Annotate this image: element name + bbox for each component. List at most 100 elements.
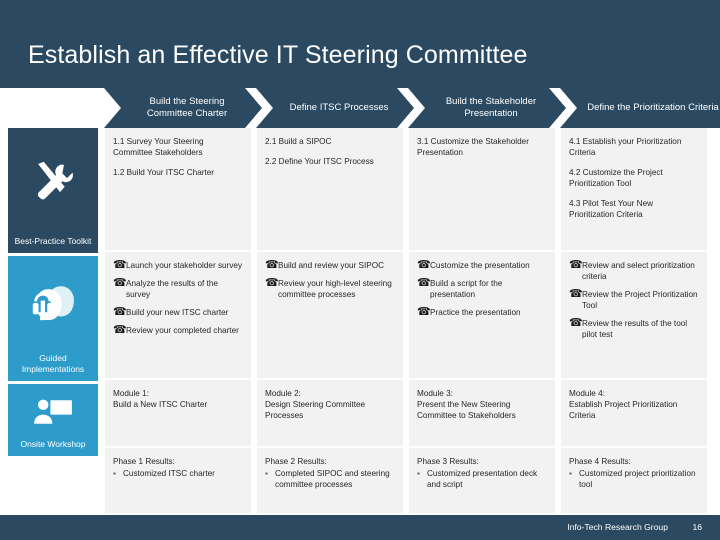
bullet-icon: ▪ [265,469,268,478]
call-item: ☎ Build a script for the presentation [417,278,547,300]
footer-bar: Info-Tech Research Group 16 [0,515,720,540]
phase-results-item-label: Customized ITSC charter [123,469,215,478]
phase-chevron-band: Build the Steering Committee Charter Def… [0,88,720,128]
step-item: 2.2 Define Your ITSC Process [265,157,374,166]
calls-cell-2: ☎ Build and review your SIPOC ☎ Review y… [257,252,403,378]
phase-results-item-label: Completed SIPOC and steering committee p… [275,469,390,489]
phone-icon: ☎ [417,306,431,318]
phase-results-title: Phase 1 Results: [113,457,175,466]
phase-results-cell-3: Phase 3 Results: ▪ Customized presentati… [409,448,555,514]
call-item-label: Review your high-level steering committe… [278,279,392,299]
chevron-phase-2-label: Define ITSC Processes [289,102,389,113]
phase-results-item: ▪ Customized ITSC charter [113,468,243,479]
title-bar: Establish an Effective IT Steering Commi… [0,0,720,88]
rail-item-onsite-workshop[interactable]: Onsite Workshop [8,384,98,456]
rail-item-onsite-workshop-label: Onsite Workshop [20,439,86,449]
phase-results-title: Phase 4 Results: [569,457,631,466]
steps-cell-4: 4.1 Establish your Prioritization Criter… [561,128,707,250]
chevron-phase-3[interactable]: Build the Stakeholder Presentation [408,88,566,128]
phase-results-item: ▪ Customized presentation deck and scrip… [417,468,547,490]
call-item-label: Review and select prioritization criteri… [582,261,695,281]
module-label: Module 2: Design Steering Committee Proc… [265,389,366,420]
call-item-label: Review the results of the tool pilot tes… [582,319,688,339]
phone-icon: ☎ [265,277,279,289]
footer-organization: Info-Tech Research Group [567,522,668,532]
call-item-label: Review the Project Prioritization Tool [582,290,698,310]
chevron-spacer [0,88,118,128]
steps-cell-2: 2.1 Build a SIPOC 2.2 Define Your ITSC P… [257,128,403,250]
call-item-label: Analyze the results of the survey [126,279,218,299]
call-item-label: Review your completed charter [126,326,239,335]
step-item: 3.1 Customize the Stakeholder Presentati… [417,137,529,157]
module-cell-2: Module 2: Design Steering Committee Proc… [257,380,403,446]
call-item: ☎ Practice the presentation [417,307,547,318]
phase-results-title: Phase 2 Results: [265,457,327,466]
call-item: ☎ Review your high-level steering commit… [265,278,395,300]
phase-results-item-label: Customized presentation deck and script [427,469,538,489]
phase-results-title: Phase 3 Results: [417,457,479,466]
tools-icon [8,128,98,236]
calls-cell-4: ☎ Review and select prioritization crite… [561,252,707,378]
module-cell-3: Module 3: Present the New Steering Commi… [409,380,555,446]
call-item-label: Build a script for the presentation [430,279,503,299]
rail-item-best-practice-toolkit[interactable]: Best-Practice Toolkit [8,128,98,253]
call-item: ☎ Build your new ITSC charter [113,307,243,318]
steps-cell-3: 3.1 Customize the Stakeholder Presentati… [409,128,555,250]
phase-results-item: ▪ Customized project prioritization tool [569,468,699,490]
phase-results-cell-4: Phase 4 Results: ▪ Customized project pr… [561,448,707,514]
rail-item-guided-implementations[interactable]: Guided Implementations [8,256,98,381]
chevron-phase-4[interactable]: Define the Prioritization Criteria [560,88,720,128]
presenter-icon [8,384,98,439]
phone-icon: ☎ [113,277,127,289]
rail-item-best-practice-toolkit-label: Best-Practice Toolkit [14,236,92,246]
call-item: ☎ Customize the presentation [417,260,547,271]
calls-cell-1: ☎ Launch your stakeholder survey ☎ Analy… [105,252,251,378]
call-item-label: Build and review your SIPOC [278,261,385,270]
call-item-label: Customize the presentation [430,261,530,270]
headset-people-icon [8,256,98,353]
calls-cell-3: ☎ Customize the presentation ☎ Build a s… [409,252,555,378]
steps-cell-1: 1.1 Survey Your Steering Committee Stake… [105,128,251,250]
call-item: ☎ Build and review your SIPOC [265,260,395,271]
module-cell-4: Module 4: Establish Project Prioritizati… [561,380,707,446]
call-item: ☎ Analyze the results of the survey [113,278,243,300]
chevron-phase-3-label: Build the Stakeholder Presentation [445,96,537,119]
phone-icon: ☎ [417,277,431,289]
call-item: ☎ Review your completed charter [113,325,243,336]
phase-results-cell-1: Phase 1 Results: ▪ Customized ITSC chart… [105,448,251,514]
phase-results-item-label: Customized project prioritization tool [579,469,696,489]
phone-icon: ☎ [417,259,431,271]
step-item: 4.2 Customize the Project Prioritization… [569,168,663,188]
phase-results-item: ▪ Completed SIPOC and steering committee… [265,468,395,490]
phone-icon: ☎ [569,288,583,300]
chevron-phase-1-label: Build the Steering Committee Charter [146,96,228,119]
bullet-icon: ▪ [417,469,420,478]
call-item-label: Practice the presentation [430,308,521,317]
call-item: ☎ Review and select prioritization crite… [569,260,699,282]
call-item: ☎ Review the results of the tool pilot t… [569,318,699,340]
phone-icon: ☎ [113,324,127,336]
chevron-phase-1[interactable]: Build the Steering Committee Charter [104,88,262,128]
phone-icon: ☎ [569,317,583,329]
chevron-phase-4-label: Define the Prioritization Criteria [587,102,719,113]
chevron-phase-2[interactable]: Define ITSC Processes [256,88,414,128]
module-label: Module 4: Establish Project Prioritizati… [569,389,678,420]
phone-icon: ☎ [569,259,583,271]
footer-page-number: 16 [692,522,702,532]
bullet-icon: ▪ [569,469,572,478]
call-item: ☎ Review the Project Prioritization Tool [569,289,699,311]
bullet-icon: ▪ [113,469,116,478]
phone-icon: ☎ [265,259,279,271]
module-label: Module 1: Build a New ITSC Charter [113,389,208,409]
page-title: Establish an Effective IT Steering Commi… [28,41,528,69]
module-cell-1: Module 1: Build a New ITSC Charter [105,380,251,446]
call-item-label: Launch your stakeholder survey [126,261,243,270]
call-item: ☎ Launch your stakeholder survey [113,260,243,271]
step-item: 1.2 Build Your ITSC Charter [113,168,215,177]
module-label: Module 3: Present the New Steering Commi… [417,389,516,420]
step-item: 1.1 Survey Your Steering Committee Stake… [113,137,204,157]
step-item: 2.1 Build a SIPOC [265,137,332,146]
slide-root: Establish an Effective IT Steering Commi… [0,0,720,540]
phone-icon: ☎ [113,259,127,271]
phase-results-cell-2: Phase 2 Results: ▪ Completed SIPOC and s… [257,448,403,514]
